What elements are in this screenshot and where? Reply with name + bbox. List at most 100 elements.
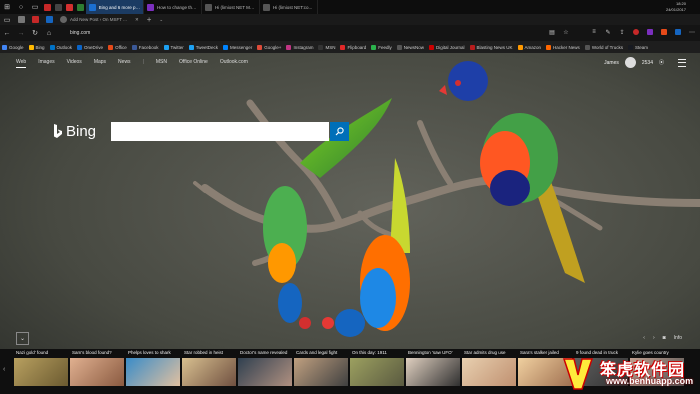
news-card[interactable]: Nazi gold' found [14, 349, 68, 394]
favorite-blasting-news-uk[interactable]: Blasting News UK [469, 44, 513, 50]
back-icon[interactable]: ← [0, 25, 14, 41]
pinned-tab-icon[interactable] [64, 0, 75, 14]
rewards-points[interactable]: 2534 [642, 60, 653, 66]
favorite-google-[interactable]: Google+ [257, 44, 281, 50]
news-thumbnail [350, 358, 404, 386]
next-image-icon[interactable]: › [653, 335, 655, 341]
browser-tab[interactable]: Hi (limiost NET:co... [260, 0, 318, 14]
browser-tab[interactable]: How to change the... [144, 0, 202, 14]
news-card[interactable]: Star admits drug use [462, 349, 516, 394]
favorite-amazon[interactable]: Amazon [517, 44, 541, 50]
close-tab-icon[interactable]: ✕ [131, 17, 143, 23]
home-icon[interactable]: ⌂ [42, 25, 56, 41]
news-card[interactable]: Sam's blood found? [70, 349, 124, 394]
tab-strip: ⊞ ○ ▭ Bing and 6 more pa... How to chang… [0, 0, 700, 14]
nav-news[interactable]: News [118, 59, 131, 68]
bing-logo-text: Bing [66, 123, 97, 140]
browser-tab[interactable]: Add New Post ‹ On MSFT ... [56, 16, 131, 23]
extension-icon[interactable] [674, 28, 682, 36]
favorite-outlook[interactable]: Outlook [49, 44, 72, 50]
pinned-tab-icon[interactable] [42, 0, 53, 14]
user-name[interactable]: James [604, 60, 619, 66]
news-thumbnail [14, 358, 68, 386]
news-card[interactable]: Phelps loves to shark [126, 349, 180, 394]
forward-icon[interactable]: → [14, 25, 28, 41]
favorite-google[interactable]: Google [2, 44, 24, 50]
pinned-tab-icon[interactable] [42, 14, 56, 25]
news-card[interactable]: On this day: 1911 [350, 349, 404, 394]
favicon-icon [2, 44, 7, 50]
cortana-icon[interactable]: ○ [14, 0, 28, 14]
search-button[interactable] [330, 122, 349, 141]
news-card[interactable]: Star robbed in heist [182, 349, 236, 394]
task-view-icon[interactable]: ▭ [28, 0, 42, 14]
favorite-newsnow[interactable]: NewsNow [396, 44, 424, 50]
hub-icon[interactable]: ≡ [590, 28, 598, 36]
avatar[interactable] [624, 57, 636, 68]
favicon-icon [546, 44, 552, 50]
favorite-world-of-trucks[interactable]: World of Trucks [584, 44, 623, 50]
favorite-flipboard[interactable]: Flipboard [340, 44, 366, 50]
news-card[interactable]: Bennington 'saw UFO' [406, 349, 460, 394]
news-card[interactable]: Cards and legal fight [294, 349, 348, 394]
nav-images[interactable]: Images [38, 59, 54, 68]
news-thumbnail [238, 358, 292, 386]
new-tab-button[interactable]: + [143, 15, 156, 24]
nav-outlook[interactable]: Outlook.com [220, 59, 248, 68]
favorite-bing[interactable]: Bing [28, 44, 45, 50]
pinned-tab-icon[interactable] [75, 0, 86, 14]
info-link[interactable]: Info [674, 335, 682, 341]
pinned-tab-icon[interactable] [14, 14, 28, 25]
nav-videos[interactable]: Videos [67, 59, 82, 68]
nav-web[interactable]: Web [16, 59, 27, 68]
news-card[interactable]: Doctor's name revealed [238, 349, 292, 394]
previous-image-icon[interactable]: ‹ [643, 335, 645, 341]
favorite-messenger[interactable]: Messenger [223, 44, 252, 50]
reading-view-icon[interactable]: ▤ [548, 28, 556, 36]
news-caption: Sam's blood found? [72, 350, 112, 355]
favorite-facebook[interactable]: Facebook [131, 44, 159, 50]
news-carousel: ‹ Nazi gold' found Sam's blood found? Phel… [0, 349, 700, 394]
favorite-digital-journal[interactable]: Digital Journal [429, 44, 465, 50]
extension-icon[interactable] [632, 28, 640, 36]
web-note-icon[interactable]: ✎ [604, 28, 612, 36]
extension-icon[interactable] [646, 28, 654, 36]
favorite-onedrive[interactable]: OneDrive [77, 44, 103, 50]
news-caption: Cards and legal fight [296, 350, 338, 355]
address-bar[interactable]: bing.com [70, 28, 540, 38]
scroll-down-button[interactable]: ⌄ [16, 332, 29, 345]
watermark: 笨虎软件园 www.benhuapp.com [560, 354, 696, 392]
nav-maps[interactable]: Maps [94, 59, 106, 68]
news-caption: Star admits drug use [464, 350, 506, 355]
favorite-feedly[interactable]: Feedly [371, 44, 392, 50]
favorite-label: TweetDeck [195, 44, 219, 50]
camera-icon[interactable]: ◙ [663, 335, 666, 341]
refresh-icon[interactable]: ↻ [28, 25, 42, 41]
favorite-steam[interactable]: Steam [628, 44, 648, 50]
hamburger-menu-icon[interactable] [678, 58, 686, 67]
news-previous-icon[interactable]: ‹ [3, 366, 5, 373]
favorite-hacker-news[interactable]: Hacker News [546, 44, 580, 50]
favorite-office[interactable]: Office [108, 44, 127, 50]
browser-tab[interactable]: Bing and 6 more pa... [86, 0, 144, 14]
pinned-tab-icon[interactable] [28, 14, 42, 25]
favorites-bar: Google Bing Outlook OneDrive Office Facebook T… [0, 41, 700, 53]
tab-list-icon[interactable]: ⌄ [155, 17, 167, 23]
favorite-twitter[interactable]: Twitter [163, 44, 184, 50]
favorite-instagram[interactable]: Instagram [286, 44, 313, 50]
pinned-tab-icon[interactable] [53, 0, 64, 14]
search-input[interactable] [111, 122, 329, 141]
favorite-tweetdeck[interactable]: TweetDeck [188, 44, 219, 50]
rewards-medal-icon[interactable]: ⦿ [659, 59, 664, 66]
browser-tab[interactable]: Hi (limiost NET Ma... [202, 0, 260, 14]
nav-msn[interactable]: MSN [156, 59, 167, 68]
more-icon[interactable]: ⋯ [688, 28, 696, 36]
favorite-msn[interactable]: MSN [318, 44, 335, 50]
favorite-star-icon[interactable]: ☆ [562, 28, 570, 36]
office-icon[interactable] [660, 28, 668, 36]
bing-logo[interactable]: Bing [53, 123, 96, 140]
nav-office-online[interactable]: Office Online [179, 59, 208, 68]
tab-preview-icon[interactable]: ▭ [0, 14, 14, 25]
start-icon[interactable]: ⊞ [0, 0, 14, 14]
share-icon[interactable]: ⇪ [618, 28, 626, 36]
